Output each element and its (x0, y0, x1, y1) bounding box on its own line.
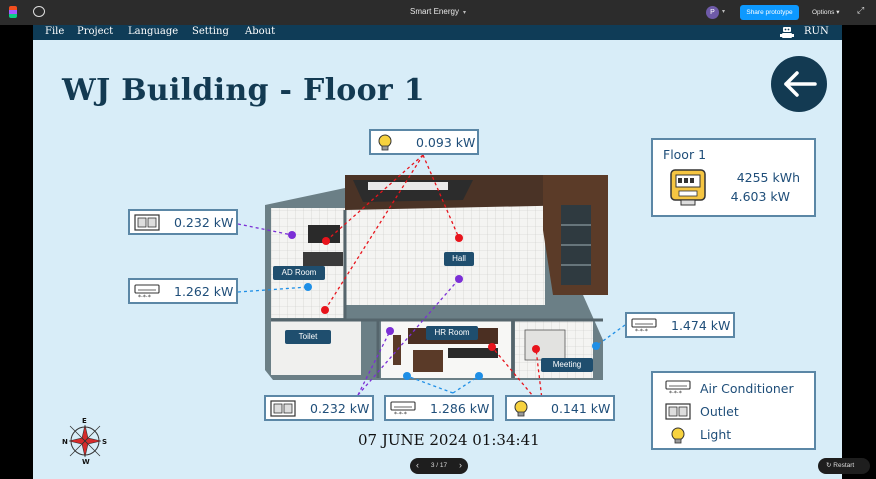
ac-sensor-dot (403, 372, 411, 380)
compass-rose-icon: E S W N (62, 417, 107, 465)
svg-text:S: S (102, 438, 107, 446)
outlet-sensor-dot (288, 231, 296, 239)
floor-summary-card[interactable]: Floor 1 4255 kWh 4.603 kW (651, 138, 816, 217)
expand-icon[interactable]: ⤢ (857, 6, 864, 16)
svg-text:*·*·*: *·*·* (394, 411, 407, 417)
meeting-ac-value: 1.474 kW (671, 318, 731, 333)
meeting-ac-reading[interactable]: *·*·* 1.474 kW (625, 312, 735, 338)
light-bulb-icon (378, 134, 392, 151)
air-conditioner-icon: *·*·* (631, 318, 657, 334)
share-prototype-button[interactable]: Share prototype (740, 5, 799, 20)
light-sensor-dot (322, 237, 330, 245)
light-sensor-dot (488, 343, 496, 351)
svg-text:E: E (82, 417, 87, 425)
ad-ac-reading[interactable]: *·*·* 1.262 kW (128, 278, 238, 304)
legend: *·*·* Air Conditioner Outlet Light (651, 371, 816, 450)
app-toolbar: Smart Energy ▾ P ▾ Share prototype Option… (0, 0, 876, 25)
svg-text:W: W (82, 458, 90, 465)
room-label-meeting[interactable]: Meeting (541, 358, 593, 372)
chevron-down-icon[interactable]: ▾ (722, 8, 725, 15)
room-label-ad[interactable]: AD Room (273, 266, 325, 280)
outlet-icon (270, 400, 296, 417)
ad-outlet-reading[interactable]: 0.232 kW (128, 209, 238, 235)
ac-sensor-dot (475, 372, 483, 380)
prototype-frame: File Project Language Setting About RUN … (33, 25, 842, 479)
hall-light-value: 0.093 kW (416, 135, 476, 150)
room-label-hall[interactable]: Hall (444, 252, 474, 266)
light-bulb-icon (514, 400, 528, 417)
slide-pager: ‹ 3 / 17 › (410, 458, 468, 474)
room-label-hr[interactable]: HR Room (426, 326, 478, 340)
light-bulb-icon (671, 427, 685, 444)
room-label-toilet[interactable]: Toilet (285, 330, 331, 344)
outlet-sensor-dot (455, 275, 463, 283)
options-menu[interactable]: Options ▾ (812, 8, 839, 16)
hr-light-reading[interactable]: 0.141 kW (505, 395, 615, 421)
outlet-icon (665, 403, 691, 420)
floor-summary-title: Floor 1 (663, 147, 707, 162)
light-sensor-dot (321, 306, 329, 314)
light-sensor-dot (455, 234, 463, 242)
restart-button[interactable]: ↻ Restart (818, 458, 870, 474)
ad-ac-value: 1.262 kW (174, 284, 234, 299)
svg-text:N: N (62, 438, 68, 446)
hr-ac-value: 1.286 kW (430, 401, 490, 416)
chevron-right-icon[interactable]: › (459, 460, 462, 470)
hall-light-reading[interactable]: 0.093 kW (369, 129, 479, 155)
ac-sensor-dot (592, 342, 600, 350)
floor-power-value: 4.603 kW (730, 189, 790, 204)
hr-outlet-value: 0.232 kW (310, 401, 370, 416)
outlet-sensor-dot (386, 327, 394, 335)
air-conditioner-icon: *·*·* (665, 380, 691, 396)
air-conditioner-icon: *·*·* (390, 401, 416, 417)
svg-text:*·*·*: *·*·* (635, 328, 648, 334)
air-conditioner-icon: *·*·* (134, 284, 160, 300)
datetime-display: 07 JUNE 2024 01:34:41 (358, 431, 540, 449)
chevron-down-icon: ▾ (462, 10, 466, 16)
outlet-icon (134, 214, 160, 231)
light-sensor-dot (532, 345, 540, 353)
svg-text:*·*·*: *·*·* (669, 390, 682, 396)
hr-light-value: 0.141 kW (551, 401, 611, 416)
floor-energy-value: 4255 kWh (736, 170, 800, 185)
hr-ac-reading[interactable]: *·*·* 1.286 kW (384, 395, 494, 421)
avatar[interactable]: P (706, 6, 719, 19)
ac-sensor-dot (304, 283, 312, 291)
electric-meter-icon (670, 169, 706, 206)
svg-text:*·*·*: *·*·* (138, 294, 151, 300)
ad-outlet-value: 0.232 kW (174, 215, 234, 230)
hr-outlet-reading[interactable]: 0.232 kW (264, 395, 374, 421)
